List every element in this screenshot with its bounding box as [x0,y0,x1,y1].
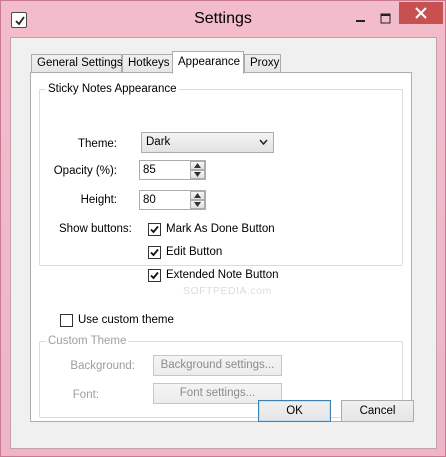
maximize-icon [380,13,391,24]
opacity-decrement-button[interactable] [190,170,205,179]
tab-label: General Settings [37,57,123,69]
tab-label: Proxy [250,57,280,69]
spin-up-icon [194,193,201,198]
theme-label: Theme: [78,138,117,150]
edit-button-checkbox[interactable] [148,246,161,259]
height-input[interactable] [140,191,190,209]
extended-note-label[interactable]: Extended Note Button [166,268,279,282]
group-legend: Sticky Notes Appearance [46,82,179,96]
checkmark-icon [150,271,159,280]
maximize-button[interactable] [373,9,397,29]
checkmark-icon [150,248,159,257]
ok-button[interactable]: OK [258,400,331,422]
use-custom-theme-label[interactable]: Use custom theme [78,313,174,327]
opacity-label: Opacity (%): [53,165,117,177]
opacity-increment-button[interactable] [190,161,205,170]
use-custom-theme-checkbox[interactable] [60,314,73,327]
spin-down-icon [194,172,201,177]
close-button[interactable] [399,2,443,24]
extended-note-checkbox[interactable] [148,269,161,282]
theme-dropdown[interactable]: Dark [141,132,274,153]
cancel-button[interactable]: Cancel [341,400,414,422]
opacity-input[interactable] [140,161,190,179]
theme-value: Dark [146,136,171,148]
edit-button-label[interactable]: Edit Button [166,245,222,259]
checkmark-icon [150,225,159,234]
settings-window: Settings General Settings Hotkeys Appear… [0,0,446,457]
height-spinner[interactable] [139,190,206,210]
tab-appearance[interactable]: Appearance [172,51,244,74]
tab-label: Hotkeys [128,57,170,69]
height-increment-button[interactable] [190,191,205,200]
group-legend: Custom Theme [46,334,129,348]
show-buttons-label: Show buttons: [59,223,132,235]
font-label: Font: [72,389,99,401]
background-settings-button[interactable]: Background settings... [153,355,282,376]
spin-down-icon [194,202,201,207]
spin-up-icon [194,163,201,168]
height-label: Height: [80,194,117,206]
minimize-button[interactable] [348,9,372,29]
minimize-icon [356,20,365,22]
tab-label: Appearance [178,56,241,68]
appearance-tab-panel: Sticky Notes Appearance Theme: Dark Opac… [30,72,412,422]
mark-as-done-label[interactable]: Mark As Done Button [166,222,275,236]
opacity-spin-buttons [190,161,205,179]
opacity-spinner[interactable] [139,160,206,180]
close-icon [415,7,427,19]
dropdown-arrow-icon [259,139,268,146]
mark-as-done-checkbox[interactable] [148,223,161,236]
title-bar[interactable]: Settings [1,1,445,37]
height-spin-buttons [190,191,205,209]
tab-proxy[interactable]: Proxy [244,54,281,73]
tab-general-settings[interactable]: General Settings [31,54,123,73]
dialog-client-area: General Settings Hotkeys Appearance Prox… [10,37,437,449]
background-label: Background: [70,360,135,372]
tab-hotkeys[interactable]: Hotkeys [122,54,173,73]
watermark: SOFTPEDIA.com [183,285,272,297]
height-decrement-button[interactable] [190,200,205,209]
